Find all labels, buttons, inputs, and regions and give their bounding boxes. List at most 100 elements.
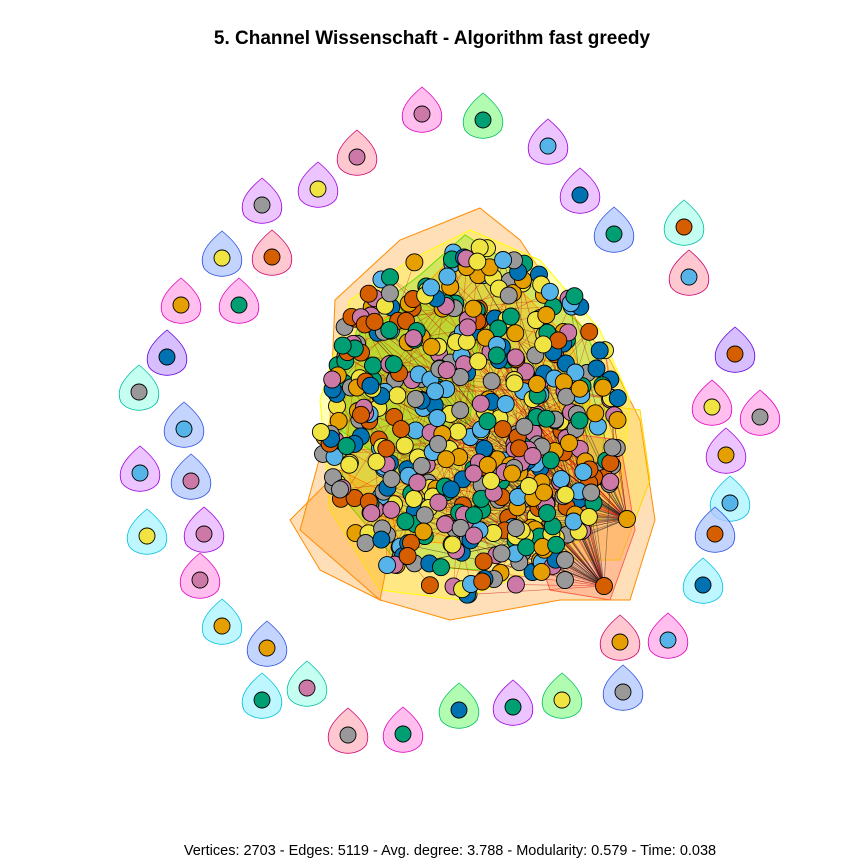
network-node	[428, 409, 447, 427]
network-node	[414, 522, 433, 541]
network-node	[372, 530, 391, 549]
network-node	[396, 512, 415, 531]
network-node	[556, 485, 575, 504]
network-node	[432, 558, 450, 577]
network-node	[429, 435, 448, 453]
isolated-node-5	[309, 180, 327, 198]
network-node	[494, 251, 513, 269]
network-node	[380, 284, 399, 303]
network-node	[449, 422, 467, 441]
network-node	[564, 512, 583, 531]
isolated-node-39	[450, 701, 468, 719]
network-node	[603, 438, 622, 457]
network-node	[473, 572, 492, 591]
network-node	[515, 417, 534, 436]
network-node	[359, 284, 378, 303]
network-node	[380, 321, 399, 340]
network-node	[570, 379, 589, 398]
isolated-node-17	[130, 383, 148, 401]
network-node	[478, 412, 497, 431]
network-node	[499, 286, 518, 305]
network-node	[382, 469, 401, 488]
network-node	[384, 355, 403, 374]
network-node	[404, 329, 423, 348]
isolated-node-32	[213, 617, 231, 635]
isolated-node-16	[726, 345, 744, 363]
isolated-node-7	[253, 196, 271, 214]
network-node	[333, 336, 352, 355]
network-node	[556, 551, 574, 569]
network-node	[552, 470, 571, 489]
network-node	[503, 464, 522, 483]
network-node	[471, 394, 490, 413]
network-node	[582, 483, 601, 502]
network-node	[443, 535, 462, 554]
network-node	[464, 299, 483, 318]
network-node	[570, 411, 589, 430]
isolated-node-28	[694, 576, 712, 594]
network-node	[608, 411, 627, 430]
isolated-node-2	[474, 111, 492, 129]
isolated-node-33	[258, 639, 276, 657]
network-node	[506, 324, 525, 343]
isolated-node-1	[413, 105, 431, 123]
network-node	[492, 544, 511, 563]
network-node	[458, 318, 477, 337]
network-node	[356, 534, 375, 552]
network-node	[517, 538, 536, 557]
network-node	[506, 575, 525, 594]
network-node	[560, 434, 578, 452]
network-node	[468, 252, 487, 271]
network-node	[580, 322, 599, 341]
isolated-node-14	[230, 296, 248, 314]
isolated-node-27	[138, 527, 156, 545]
network-node	[408, 473, 427, 492]
network-node	[601, 472, 620, 491]
network-node	[579, 507, 598, 526]
network-node	[437, 450, 456, 469]
network-node	[398, 547, 417, 565]
network-node	[587, 359, 606, 378]
network-node	[586, 404, 605, 423]
network-node	[465, 526, 483, 545]
network-node	[415, 506, 434, 525]
network-node	[538, 504, 557, 523]
network-node	[381, 268, 399, 287]
network-node	[429, 493, 448, 512]
isolated-node-12	[680, 268, 698, 286]
network-node	[478, 456, 497, 474]
isolated-node-34	[614, 683, 632, 701]
network-node	[412, 456, 431, 475]
network-node	[549, 331, 568, 350]
isolated-node-21	[131, 464, 149, 482]
isolated-node-29	[191, 571, 209, 589]
isolated-node-9	[675, 218, 693, 236]
network-node	[382, 500, 401, 519]
isolated-node-13	[172, 296, 190, 314]
network-node	[392, 420, 411, 439]
isolated-node-41	[394, 725, 412, 743]
network-node	[422, 337, 441, 356]
network-node	[442, 480, 460, 499]
network-node	[547, 535, 566, 554]
isolated-node-22	[182, 472, 200, 490]
network-node	[493, 420, 512, 439]
isolated-node-19	[751, 408, 769, 426]
isolated-node-6	[571, 186, 589, 204]
network-node	[395, 436, 414, 455]
isolated-node-37	[553, 691, 571, 709]
isolated-node-18	[703, 398, 721, 416]
network-node	[574, 462, 593, 481]
network-node	[437, 361, 456, 380]
network-node	[541, 451, 560, 470]
network-node	[404, 489, 423, 508]
network-node	[331, 480, 349, 499]
network-node	[406, 389, 425, 408]
network-node	[422, 278, 440, 297]
network-node	[590, 341, 609, 360]
isolated-node-11	[213, 249, 231, 267]
isolated-node-31	[659, 631, 677, 649]
isolated-node-4	[348, 148, 366, 166]
network-node	[426, 382, 445, 401]
network-node	[595, 577, 613, 595]
